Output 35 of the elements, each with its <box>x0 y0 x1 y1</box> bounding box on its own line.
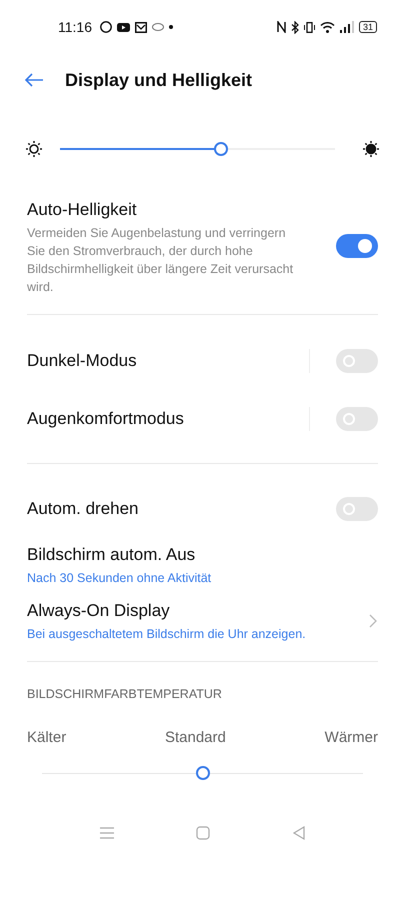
setting-title: Bildschirm autom. Aus <box>27 545 196 565</box>
setting-title: Autom. drehen <box>27 499 140 519</box>
signal-icon <box>340 21 355 33</box>
home-icon[interactable] <box>194 825 210 841</box>
low-brightness-icon <box>24 139 44 159</box>
setting-value: Nach 30 Sekunden ohne Aktivität <box>27 571 212 585</box>
setting-title: Always-On Display <box>27 601 171 621</box>
back-icon[interactable] <box>290 825 306 841</box>
toggle-switch[interactable] <box>336 497 378 521</box>
temperature-label: Kälter <box>27 729 66 746</box>
setting-title: Dunkel-Modus <box>27 351 138 371</box>
vibrate-icon <box>304 22 315 32</box>
toggle-switch[interactable] <box>336 234 378 258</box>
page-title: Display und Helligkeit <box>65 70 252 90</box>
chevron-right-icon <box>368 613 378 629</box>
temperature-label: Wärmer <box>324 729 378 746</box>
wifi-icon <box>320 21 335 33</box>
setting-title: Auto-Helligkeit <box>27 200 138 220</box>
temperature-label: Standard <box>164 729 226 746</box>
setting-title: Augenkomfortmodus <box>27 409 185 429</box>
video-play-icon <box>117 22 130 32</box>
toggle-switch[interactable] <box>336 349 378 373</box>
back-arrow-icon[interactable] <box>24 72 44 88</box>
menu-icon[interactable] <box>98 825 114 841</box>
mail-icon <box>135 22 147 32</box>
bluetooth-icon <box>290 20 299 34</box>
more-notifications-icon <box>169 25 173 29</box>
nfc-icon <box>276 21 286 33</box>
battery-level: 31 <box>358 21 377 33</box>
setting-description: Vermeiden Sie Augenbelastung und verringern Sie den Stromverbrauch, der durch hohe Bildschirmhelligkeit über längere Zeit verursacht wird. <box>27 225 294 296</box>
setting-value: Bei ausgeschaltetem Bildschirm die Uhr anzeigen. <box>27 627 307 641</box>
clock-time: 11:16 <box>58 19 92 35</box>
section-heading: BILDSCHIRMFARBTEMPERATUR <box>27 687 223 701</box>
toggle-switch[interactable] <box>336 407 378 431</box>
high-brightness-icon <box>361 139 381 159</box>
